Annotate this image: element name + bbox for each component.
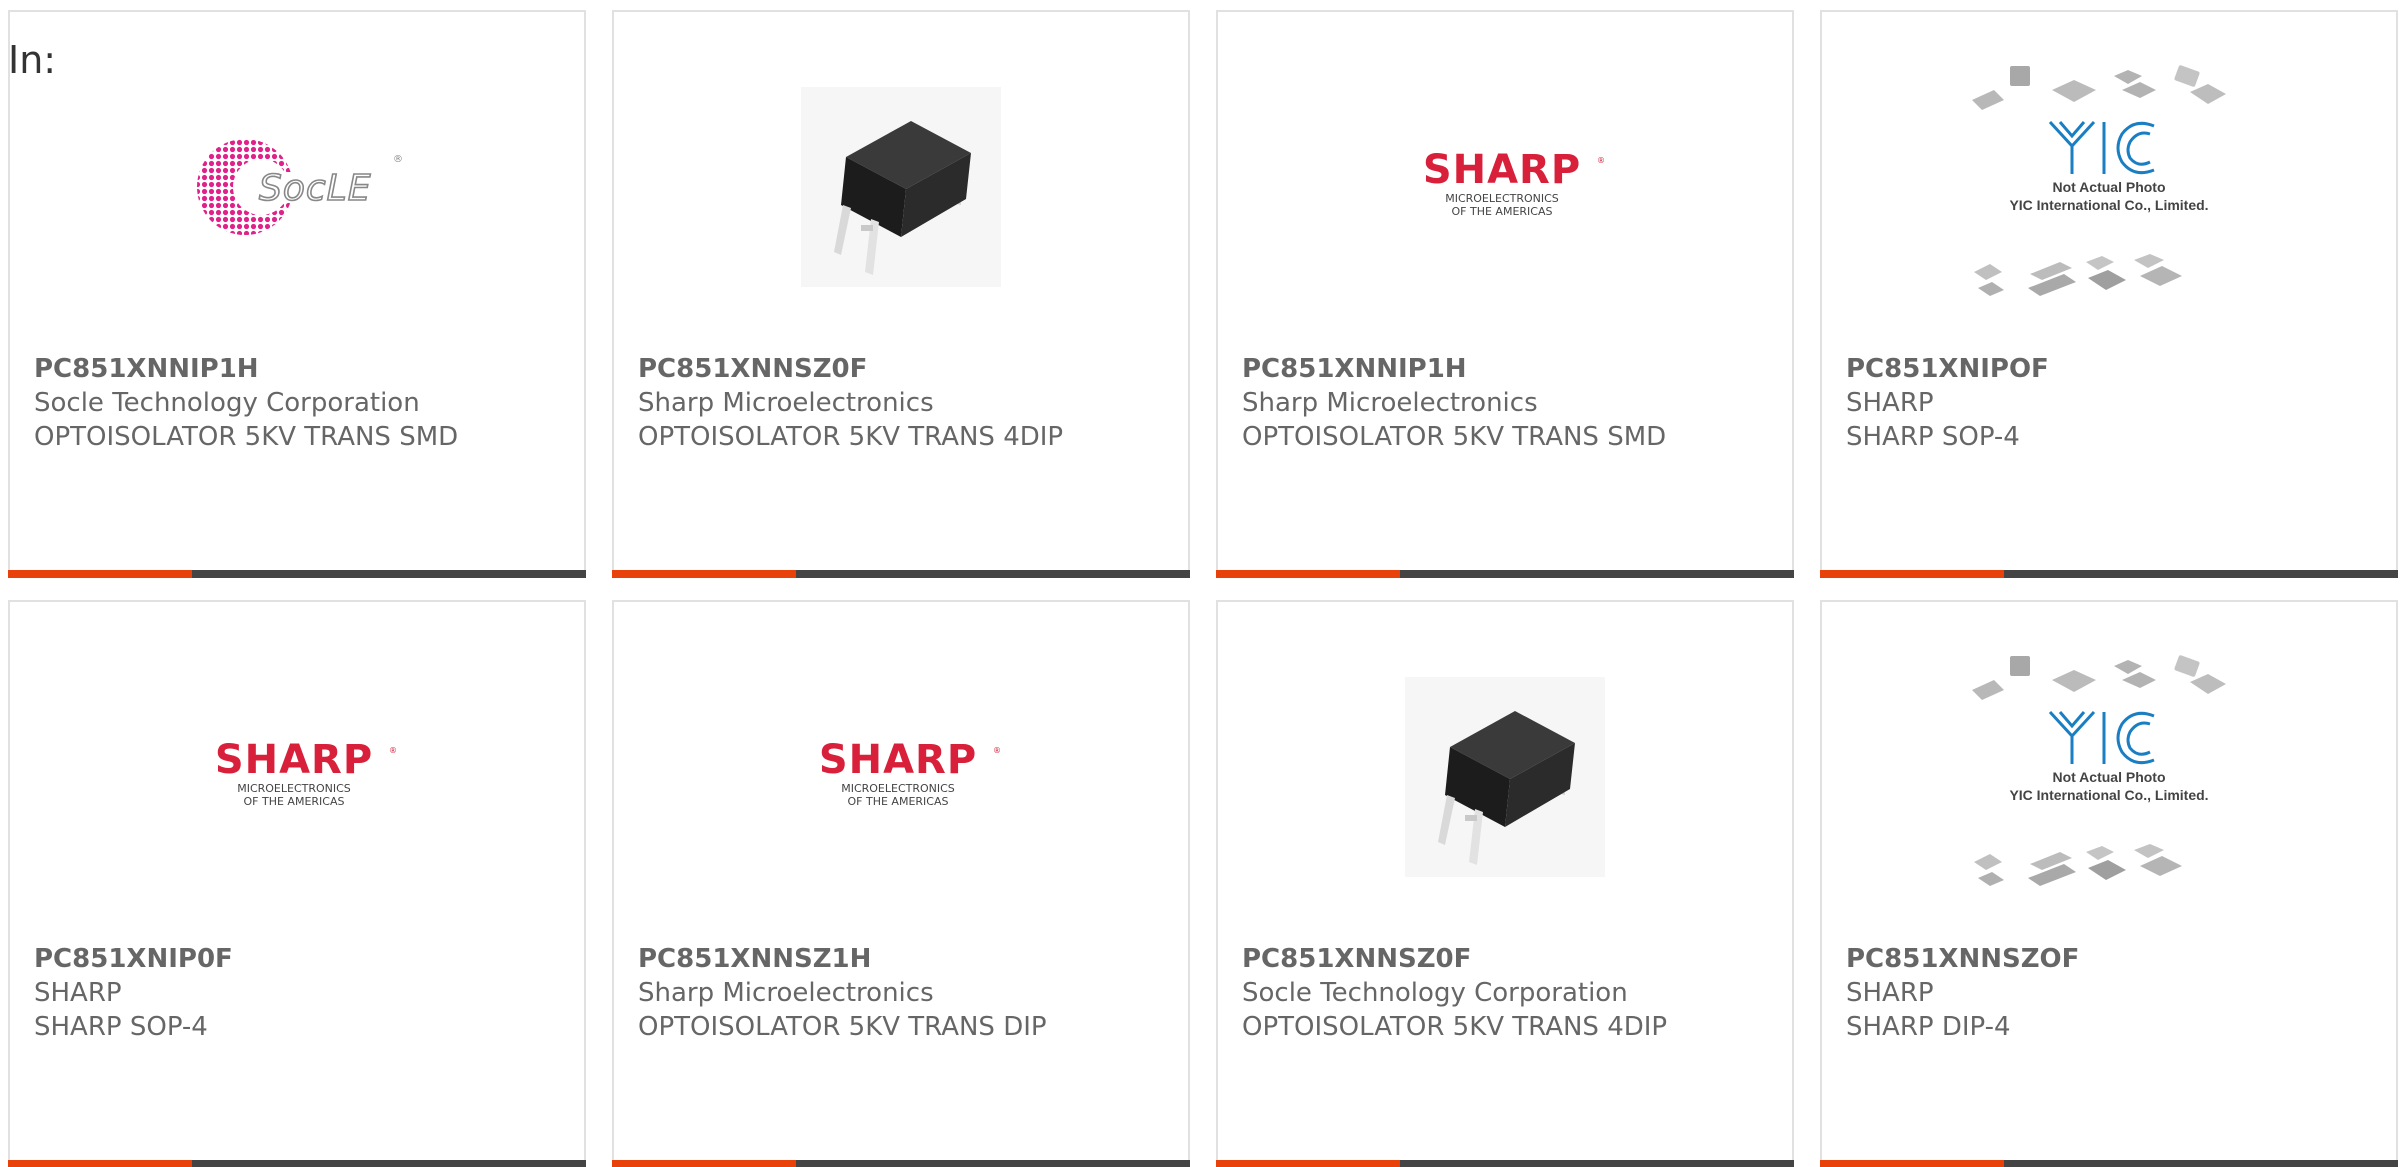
part-number[interactable]: PC851XNNSZ0F <box>1242 942 1772 976</box>
card-bottom-bar <box>612 570 1190 578</box>
manufacturer-name: SHARP <box>1846 388 1934 418</box>
card-accent-bar <box>1216 570 1400 578</box>
not-actual-photo-icon: Not Actual Photo YIC International Co., … <box>1972 65 2226 296</box>
socle-logo-icon: SocLE ® <box>187 132 407 242</box>
optoisolator-chip-icon <box>801 87 1001 287</box>
manufacturer-name: SHARP <box>1846 978 1934 1008</box>
product-card[interactable]: Not Actual Photo YIC International Co., … <box>1820 600 2398 1167</box>
card-accent-bar <box>8 570 192 578</box>
svg-text:YIC International Co., Limited: YIC International Co., Limited. <box>2009 787 2208 803</box>
part-number[interactable]: PC851XNNSZ0F <box>638 352 1168 386</box>
manufacturer-name: Sharp Microelectronics <box>638 388 934 418</box>
product-image[interactable] <box>614 82 1188 292</box>
product-image[interactable] <box>1218 672 1792 882</box>
product-card[interactable]: SHARP ® MICROELECTRONICS OF THE AMERICAS… <box>612 600 1190 1167</box>
manufacturer-name: Sharp Microelectronics <box>1242 388 1538 418</box>
card-accent-bar <box>612 1160 796 1167</box>
optoisolator-chip-icon <box>1405 677 1605 877</box>
product-info: PC851XNIP0F SHARP SHARP SOP-4 <box>34 942 564 1044</box>
sharp-logo-icon: SHARP ® MICROELECTRONICS OF THE AMERICAS <box>215 737 397 808</box>
product-info: PC851XNIPOF SHARP SHARP SOP-4 <box>1846 352 2376 454</box>
card-accent-bar <box>612 570 796 578</box>
svg-text:®: ® <box>993 746 1001 755</box>
svg-text:Not Actual Photo: Not Actual Photo <box>2052 179 2165 195</box>
product-info: PC851XNNSZ1H Sharp Microelectronics OPTO… <box>638 942 1168 1044</box>
product-card[interactable]: PC851XNNSZ0F Sharp Microelectronics OPTO… <box>612 10 1190 578</box>
part-number[interactable]: PC851XNIPOF <box>1846 352 2376 386</box>
part-number[interactable]: PC851XNIP0F <box>34 942 564 976</box>
svg-text:SHARP: SHARP <box>215 737 373 783</box>
svg-text:MICROELECTRONICS: MICROELECTRONICS <box>1445 192 1559 205</box>
card-bottom-bar <box>8 1160 586 1167</box>
part-number[interactable]: PC851XNNIP1H <box>34 352 564 386</box>
card-accent-bar <box>1820 570 2004 578</box>
product-image[interactable]: Not Actual Photo YIC International Co., … <box>1822 65 2396 296</box>
manufacturer-name: Socle Technology Corporation <box>1242 978 1628 1008</box>
card-bottom-bar <box>1820 1160 2398 1167</box>
not-actual-photo-icon: Not Actual Photo YIC International Co., … <box>1972 655 2226 886</box>
product-description: SHARP DIP-4 <box>1846 1012 2011 1042</box>
manufacturer-name: Sharp Microelectronics <box>638 978 934 1008</box>
product-image[interactable]: SocLE ® <box>10 82 584 292</box>
page-heading: In: <box>8 38 57 82</box>
product-description: OPTOISOLATOR 5KV TRANS 4DIP <box>1242 1012 1668 1042</box>
card-accent-bar <box>1820 1160 2004 1167</box>
svg-text:®: ® <box>1597 156 1605 165</box>
part-number[interactable]: PC851XNNSZ1H <box>638 942 1168 976</box>
manufacturer-name: SHARP <box>34 978 122 1008</box>
svg-text:SHARP: SHARP <box>1423 147 1581 193</box>
product-description: OPTOISOLATOR 5KV TRANS DIP <box>638 1012 1047 1042</box>
product-description: OPTOISOLATOR 5KV TRANS 4DIP <box>638 422 1064 452</box>
product-results-page: In: SocLE ® PC851XNNIP1H Socle Technolog… <box>0 0 2400 1167</box>
product-info: PC851XNNSZ0F Sharp Microelectronics OPTO… <box>638 352 1168 454</box>
svg-text:OF THE AMERICAS: OF THE AMERICAS <box>1452 205 1553 218</box>
product-card[interactable]: SHARP ® MICROELECTRONICS OF THE AMERICAS… <box>8 600 586 1167</box>
product-image[interactable]: SHARP ® MICROELECTRONICS OF THE AMERICAS <box>614 672 1188 882</box>
product-card[interactable]: SocLE ® PC851XNNIP1H Socle Technology Co… <box>8 10 586 578</box>
sharp-logo-icon: SHARP ® MICROELECTRONICS OF THE AMERICAS <box>819 737 1001 808</box>
sharp-logo-icon: SHARP ® MICROELECTRONICS OF THE AMERICAS <box>1423 147 1605 218</box>
card-accent-bar <box>8 1160 192 1167</box>
product-info: PC851XNNIP1H Sharp Microelectronics OPTO… <box>1242 352 1772 454</box>
part-number[interactable]: PC851XNNIP1H <box>1242 352 1772 386</box>
card-bottom-bar <box>8 570 586 578</box>
product-description: SHARP SOP-4 <box>34 1012 208 1042</box>
svg-text:SocLE: SocLE <box>259 168 371 209</box>
svg-text:SHARP: SHARP <box>819 737 977 783</box>
card-bottom-bar <box>612 1160 1190 1167</box>
product-card[interactable]: SHARP ® MICROELECTRONICS OF THE AMERICAS… <box>1216 10 1794 578</box>
part-number[interactable]: PC851XNNSZOF <box>1846 942 2376 976</box>
product-grid: SocLE ® PC851XNNIP1H Socle Technology Co… <box>8 10 2398 1167</box>
product-info: PC851XNNIP1H Socle Technology Corporatio… <box>34 352 564 454</box>
product-image[interactable]: SHARP ® MICROELECTRONICS OF THE AMERICAS <box>1218 82 1792 292</box>
card-bottom-bar <box>1216 570 1794 578</box>
svg-text:OF THE AMERICAS: OF THE AMERICAS <box>848 795 949 808</box>
product-description: OPTOISOLATOR 5KV TRANS SMD <box>34 422 459 452</box>
svg-text:MICROELECTRONICS: MICROELECTRONICS <box>237 782 351 795</box>
product-card[interactable]: PC851XNNSZ0F Socle Technology Corporatio… <box>1216 600 1794 1167</box>
product-description: OPTOISOLATOR 5KV TRANS SMD <box>1242 422 1667 452</box>
product-image[interactable]: SHARP ® MICROELECTRONICS OF THE AMERICAS <box>10 672 584 882</box>
product-image[interactable]: Not Actual Photo YIC International Co., … <box>1822 655 2396 886</box>
product-info: PC851XNNSZ0F Socle Technology Corporatio… <box>1242 942 1772 1044</box>
svg-text:YIC International Co., Limited: YIC International Co., Limited. <box>2009 197 2208 213</box>
manufacturer-name: Socle Technology Corporation <box>34 388 420 418</box>
card-bottom-bar <box>1820 570 2398 578</box>
svg-text:MICROELECTRONICS: MICROELECTRONICS <box>841 782 955 795</box>
card-bottom-bar <box>1216 1160 1794 1167</box>
svg-text:Not Actual Photo: Not Actual Photo <box>2052 769 2165 785</box>
svg-text:®: ® <box>389 746 397 755</box>
svg-text:OF THE AMERICAS: OF THE AMERICAS <box>244 795 345 808</box>
product-info: PC851XNNSZOF SHARP SHARP DIP-4 <box>1846 942 2376 1044</box>
svg-text:®: ® <box>393 154 403 165</box>
product-card[interactable]: Not Actual Photo YIC International Co., … <box>1820 10 2398 578</box>
card-accent-bar <box>1216 1160 1400 1167</box>
product-description: SHARP SOP-4 <box>1846 422 2020 452</box>
